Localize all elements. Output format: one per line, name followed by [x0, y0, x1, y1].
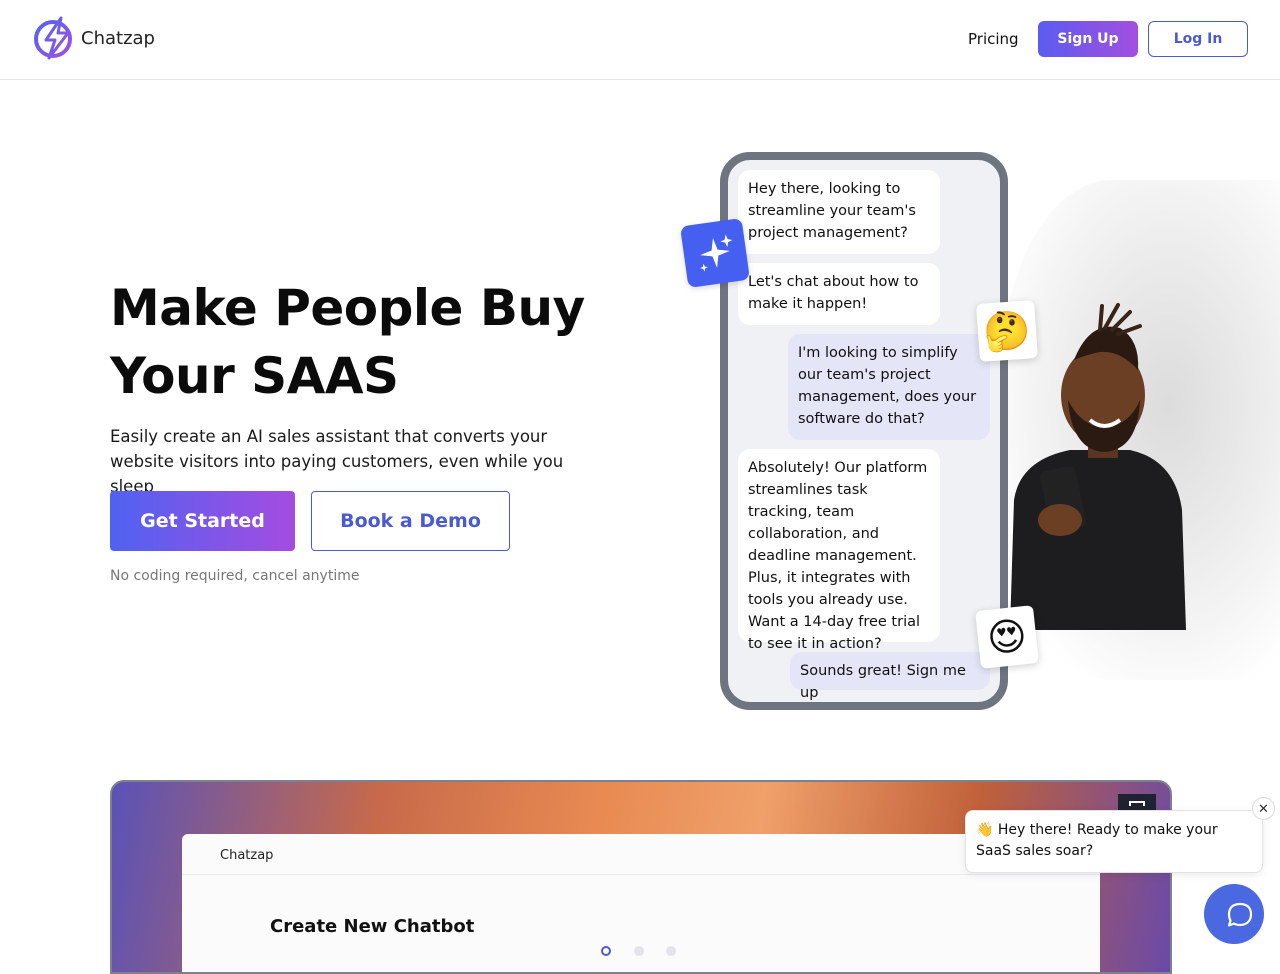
- chat-bubble-user: I'm looking to simplify our team's proje…: [788, 334, 990, 440]
- close-popup-button[interactable]: ✕: [1252, 797, 1275, 820]
- hero-note: No coding required, cancel anytime: [110, 568, 360, 584]
- book-demo-button[interactable]: Book a Demo: [311, 491, 510, 551]
- carousel-dot-2[interactable]: [634, 946, 644, 956]
- chat-launcher-button[interactable]: [1204, 884, 1264, 944]
- nav-pricing-link[interactable]: Pricing: [968, 30, 1019, 48]
- chat-bubble-icon: [1227, 902, 1253, 927]
- brand-name[interactable]: Chatzap: [81, 28, 155, 49]
- chat-greeting-popup[interactable]: 👋 Hey there! Ready to make your SaaS sal…: [965, 810, 1263, 873]
- chat-bubble-bot: Hey there, looking to streamline your te…: [738, 170, 940, 254]
- carousel-dot-3[interactable]: [666, 946, 676, 956]
- carousel-dot-1[interactable]: [601, 946, 611, 956]
- chat-bubble-bot: Let's chat about how to make it happen!: [738, 263, 940, 325]
- demo-divider: [182, 874, 1100, 875]
- heart-eyes-emoji-icon: 😍: [975, 605, 1039, 669]
- hero-title-line-2: Your SAAS: [110, 347, 399, 405]
- log-in-button[interactable]: Log In: [1148, 21, 1248, 57]
- site-header: Chatzap Pricing Sign Up Log In: [0, 0, 1280, 80]
- chat-bubble-bot: Absolutely! Our platform streamlines tas…: [738, 449, 940, 652]
- hero-title-line-1: Make People Buy: [110, 279, 585, 337]
- demo-heading: Create New Chatbot: [270, 916, 475, 937]
- sign-up-button[interactable]: Sign Up: [1038, 21, 1138, 57]
- hero-title: Make People Buy Your SAAS: [110, 274, 630, 410]
- hero-subtitle: Easily create an AI sales assistant that…: [110, 427, 564, 496]
- get-started-button[interactable]: Get Started: [110, 491, 295, 551]
- thinking-emoji-icon: 🤔: [976, 300, 1038, 362]
- demo-app-brand: Chatzap: [220, 848, 274, 863]
- chatzap-logo-icon[interactable]: [32, 16, 78, 60]
- chat-bubble-user: Sounds great! Sign me up: [790, 652, 990, 701]
- ai-sparkle-icon: [679, 217, 751, 289]
